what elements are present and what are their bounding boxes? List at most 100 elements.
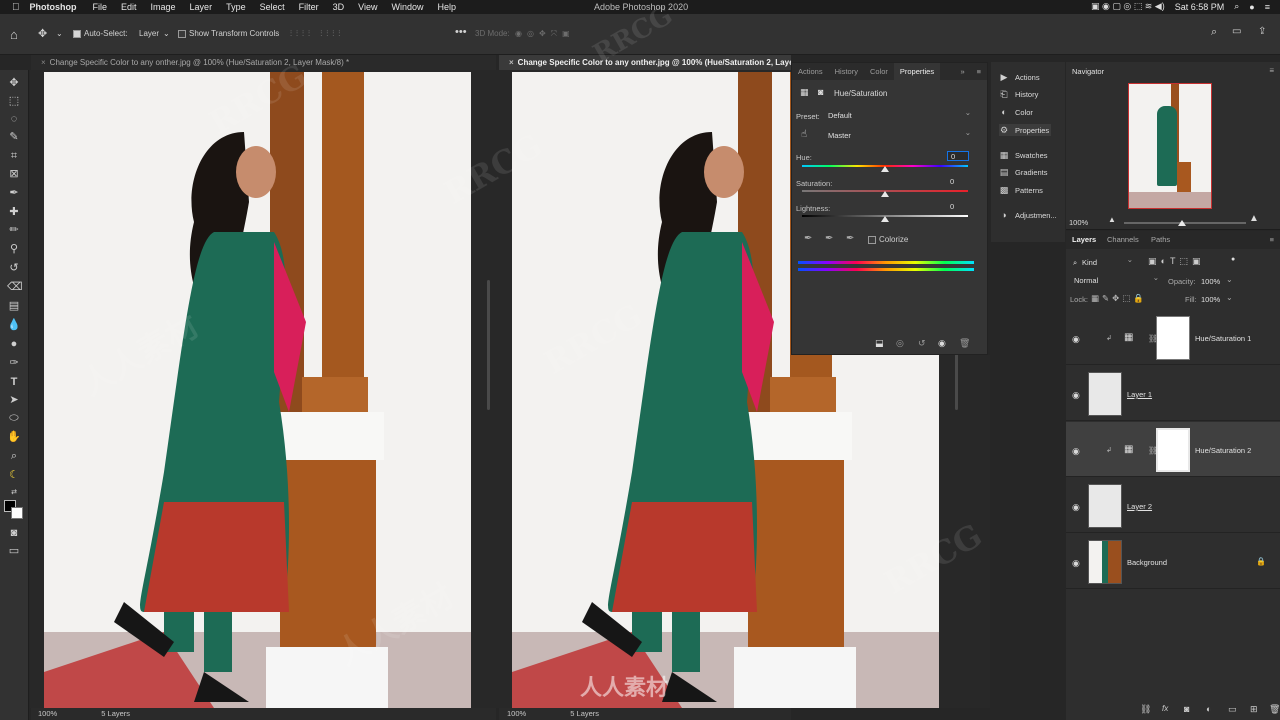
chevron-down-icon[interactable]: ⌄ xyxy=(1226,293,1233,302)
close-icon[interactable]: × xyxy=(41,58,46,67)
layer-name[interactable]: Hue/Saturation 2 xyxy=(1195,446,1251,455)
tool-preset-chevron-icon[interactable]: ⌄ xyxy=(56,29,63,38)
delete-layer-icon[interactable]: 🗑 xyxy=(1269,704,1280,715)
saturation-slider-thumb[interactable] xyxy=(881,191,889,197)
dock-item-properties[interactable]: ⚙ Properties xyxy=(999,124,1052,136)
chevron-down-icon[interactable]: ⌄ xyxy=(163,29,170,38)
eyedropper-tool-icon[interactable]: ✒ xyxy=(7,186,21,200)
layer-row-selected[interactable]: ◉ ↲ ▦ ⛓ Hue/Saturation 2 xyxy=(1066,422,1280,477)
menu-filter[interactable]: Filter xyxy=(299,2,319,12)
dock-item-color[interactable]: ◐ Color xyxy=(999,107,1033,117)
3d-mode-icons[interactable]: ◉◎✥⤧▣ xyxy=(515,29,575,39)
status-icons[interactable]: ▣ ◉ ▢ ◎ ⬚ ≋ ◀) xyxy=(1091,1,1165,12)
dock-item-gradients[interactable]: ▤ Gradients xyxy=(999,167,1048,177)
eye-icon[interactable]: ◉ xyxy=(1072,390,1080,401)
menu-list-icon[interactable]: ≡ xyxy=(1265,2,1270,12)
user-icon[interactable]: ● xyxy=(1249,2,1254,12)
spotlight-icon[interactable]: ⌕ xyxy=(1234,1,1239,12)
panel-menu-icon[interactable]: ≡ xyxy=(1269,66,1274,75)
layer-name[interactable]: Background xyxy=(1127,558,1167,567)
colorize-checkbox[interactable] xyxy=(868,235,876,244)
blend-mode-dropdown[interactable]: Normal xyxy=(1072,272,1162,287)
layer-row[interactable]: ◉ Layer 2 xyxy=(1066,478,1280,533)
collapse-icon[interactable]: » xyxy=(954,63,970,80)
mask-icon[interactable]: ◙ xyxy=(818,87,823,97)
tab-channels[interactable]: Channels xyxy=(1107,231,1139,249)
share-icon[interactable]: ⇪ xyxy=(1258,26,1266,37)
saturation-input[interactable]: 0 xyxy=(950,177,972,187)
zoom-tool-icon[interactable]: ⌕ xyxy=(7,449,21,463)
tab-actions[interactable]: Actions xyxy=(792,63,829,80)
layer-name[interactable]: Layer 1 xyxy=(1127,390,1152,399)
link-layers-icon[interactable]: ⛓ xyxy=(1140,704,1151,715)
opacity-input[interactable]: 100% xyxy=(1201,277,1220,286)
more-options-icon[interactable]: ••• xyxy=(455,26,467,38)
tab-layers[interactable]: Layers xyxy=(1072,231,1096,249)
shape-tool-icon[interactable]: ⬭ xyxy=(7,411,21,425)
reset-icon[interactable]: ↺ xyxy=(918,338,926,349)
menu-edit[interactable]: Edit xyxy=(121,2,137,12)
lock-icons[interactable]: ▦✎✥⬚🔒 xyxy=(1091,293,1147,304)
add-mask-icon[interactable]: ◙ xyxy=(1184,704,1189,714)
layer-thumbnail[interactable] xyxy=(1088,484,1122,528)
lightness-slider-thumb[interactable] xyxy=(881,216,889,222)
marquee-tool-icon[interactable]: ⬚ xyxy=(7,94,21,108)
eye-icon[interactable]: ◉ xyxy=(1072,446,1080,457)
dock-item-patterns[interactable]: ▩ Patterns xyxy=(999,185,1043,195)
menu-3d[interactable]: 3D xyxy=(333,2,345,12)
pen-tool-icon[interactable]: ✑ xyxy=(7,356,21,370)
menu-window[interactable]: Window xyxy=(391,2,423,12)
transform-checkbox[interactable] xyxy=(178,29,186,38)
zoom-level-1[interactable]: 100% xyxy=(38,709,57,718)
home-icon[interactable]: ⌂ xyxy=(10,27,18,42)
layer-mask-thumbnail[interactable] xyxy=(1156,316,1190,360)
chevron-down-icon[interactable]: ⌄ xyxy=(1226,275,1233,284)
layer-name[interactable]: Layer 2 xyxy=(1127,502,1152,511)
eraser-tool-icon[interactable]: ⌫ xyxy=(7,280,23,294)
dock-item-swatches[interactable]: ▦ Swatches xyxy=(999,150,1048,160)
blur-tool-icon[interactable]: 💧 xyxy=(7,318,21,332)
close-icon[interactable]: × xyxy=(509,58,514,67)
menu-type[interactable]: Type xyxy=(226,2,246,12)
filter-toggle-icon[interactable]: ● xyxy=(1231,256,1235,263)
channel-dropdown[interactable]: Master xyxy=(826,127,974,142)
preset-dropdown[interactable]: Default xyxy=(826,107,974,122)
swap-colors-icon[interactable]: ⇄ xyxy=(7,486,21,500)
panel-menu-icon[interactable]: ≡ xyxy=(971,63,987,80)
zoom-level-2[interactable]: 100% xyxy=(507,709,526,718)
group-folder-icon[interactable]: ▭ xyxy=(1228,704,1237,715)
layer-mask-thumbnail[interactable] xyxy=(1156,428,1190,472)
frame-tool-icon[interactable]: ⊠ xyxy=(7,167,21,181)
workspace-icon[interactable]: ▭ xyxy=(1232,26,1241,37)
apple-icon[interactable]:  xyxy=(12,2,20,13)
auto-select-dropdown[interactable]: Layer xyxy=(139,29,159,38)
menu-image[interactable]: Image xyxy=(151,2,176,12)
navigator-zoom[interactable]: 100% xyxy=(1069,218,1088,227)
targeted-adjustment-hand-icon[interactable]: ☝ xyxy=(801,129,807,140)
lasso-tool-icon[interactable]: ◌ xyxy=(7,112,21,126)
menu-app-name[interactable]: Photoshop xyxy=(30,2,77,12)
move-tool-icon[interactable]: ✥ xyxy=(7,76,21,90)
visibility-icon[interactable]: ◉ xyxy=(938,338,946,349)
tab-history[interactable]: History xyxy=(829,63,864,80)
tab-properties[interactable]: Properties xyxy=(893,63,941,80)
hand-tool-icon[interactable]: ✋ xyxy=(7,430,21,444)
eye-icon[interactable]: ◉ xyxy=(1072,502,1080,513)
clock[interactable]: Sat 6:58 PM xyxy=(1175,2,1225,12)
delete-icon[interactable]: 🗑 xyxy=(959,338,970,349)
eye-icon[interactable]: ◉ xyxy=(1072,558,1080,569)
layer-row[interactable]: ◉ Layer 1 xyxy=(1066,366,1280,421)
document-canvas-1[interactable] xyxy=(44,72,471,708)
filter-kind-dropdown[interactable]: ⌕ Kind xyxy=(1072,254,1136,269)
layer-name[interactable]: Hue/Saturation 1 xyxy=(1195,334,1251,343)
layer-row[interactable]: ◉ ↲ ▦ ⛓ Hue/Saturation 1 xyxy=(1066,310,1280,365)
filter-type-icons[interactable]: ▣◐T⬚▣ xyxy=(1148,256,1204,267)
eyedropper-icon[interactable]: ✒ xyxy=(804,233,812,244)
type-tool-icon[interactable]: T xyxy=(7,375,21,389)
navigator-preview[interactable] xyxy=(1128,83,1212,209)
screen-mode-icon[interactable]: ▭ xyxy=(7,544,21,558)
path-select-tool-icon[interactable]: ➤ xyxy=(7,393,21,407)
crop-tool-icon[interactable]: ⌗ xyxy=(7,149,21,163)
clip-to-layer-icon[interactable]: ⬓ xyxy=(875,338,884,349)
dock-item-actions[interactable]: ▶ Actions xyxy=(999,72,1040,82)
